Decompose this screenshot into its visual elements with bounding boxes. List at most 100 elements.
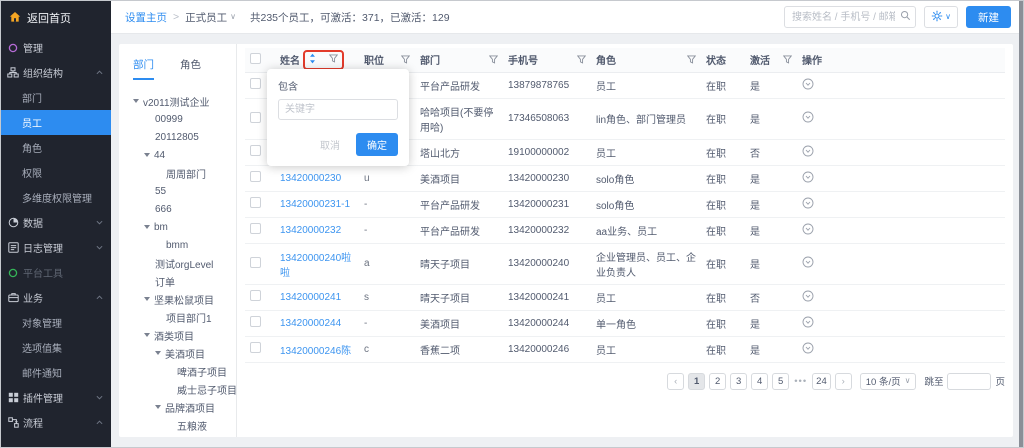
employee-name-link[interactable]: 13420000230 (280, 173, 341, 184)
tree-node[interactable]: 酒类项目 (133, 326, 236, 344)
row-actions-dropdown-icon[interactable] (802, 175, 814, 186)
row-checkbox[interactable] (250, 342, 261, 353)
tree-node[interactable]: 美酒项目 (133, 344, 236, 362)
tree-node[interactable]: v2011测试企业 (133, 92, 236, 110)
tree-node[interactable]: 五粮液 (133, 416, 236, 434)
row-checkbox[interactable] (250, 223, 261, 234)
row-actions-dropdown-icon[interactable] (802, 227, 814, 238)
settings-dropdown-button[interactable]: ∨ (924, 6, 958, 28)
tree-node[interactable]: bm (133, 218, 236, 236)
row-checkbox[interactable] (250, 171, 261, 182)
employee-name-link[interactable]: 13420000244 (280, 318, 341, 329)
row-actions-dropdown-icon[interactable] (802, 82, 814, 93)
row-checkbox[interactable] (250, 112, 261, 123)
page-button-2[interactable]: 2 (709, 373, 726, 390)
sidebar-item-ring[interactable]: 管理 (1, 35, 111, 60)
employee-name-link[interactable]: 13420000232 (280, 225, 341, 236)
tree-node[interactable]: 周周部门 (133, 164, 236, 182)
filter-funnel-icon[interactable] (783, 55, 792, 64)
tree-expand-icon[interactable] (144, 297, 150, 301)
row-actions-dropdown-icon[interactable] (802, 260, 814, 271)
tree-expand-icon[interactable] (144, 333, 150, 337)
row-actions-dropdown-icon[interactable] (802, 201, 814, 212)
tree-node[interactable]: 啤酒子项目 (133, 362, 236, 380)
sidebar-item-ring[interactable]: 平台工具 (1, 260, 111, 285)
row-actions-dropdown-icon[interactable] (802, 320, 814, 331)
filter-funnel-icon[interactable] (401, 55, 410, 64)
next-page-button[interactable]: › (835, 373, 852, 390)
breadcrumb-home-link[interactable]: 设置主页 (125, 10, 167, 25)
tree-expand-icon[interactable] (155, 351, 161, 355)
row-actions-dropdown-icon[interactable] (802, 346, 814, 357)
row-checkbox[interactable] (250, 197, 261, 208)
search-input[interactable] (784, 6, 916, 28)
tree-node[interactable]: bmm (133, 236, 236, 254)
row-checkbox[interactable] (250, 78, 261, 89)
row-checkbox[interactable] (250, 290, 261, 301)
select-all-checkbox[interactable] (250, 53, 261, 64)
row-actions-dropdown-icon[interactable] (802, 115, 814, 126)
sidebar-item-flow[interactable]: 流程 (1, 410, 111, 435)
jump-page-input[interactable] (947, 373, 991, 390)
employee-name-link[interactable]: 13420000241 (280, 292, 341, 303)
sidebar-item-sub[interactable]: 选项值集 (1, 335, 111, 360)
tree-node[interactable]: 威士忌子项目 (133, 380, 236, 398)
page-size-select[interactable]: 10 条/页∨ (860, 373, 917, 390)
sidebar-item-org[interactable]: 组织结构 (1, 60, 111, 85)
page-button-1[interactable]: 1 (688, 373, 705, 390)
row-checkbox[interactable] (250, 316, 261, 327)
tree-node[interactable]: 44 (133, 146, 236, 164)
employee-name-link[interactable]: 13420000246陈 (280, 346, 351, 357)
tree-node[interactable]: 坚果松鼠项目 (133, 290, 236, 308)
row-checkbox[interactable] (250, 257, 261, 268)
row-actions-dropdown-icon[interactable] (802, 294, 814, 305)
sidebar-item-sub[interactable]: 对象管理 (1, 310, 111, 335)
window-scrollbar[interactable] (1019, 1, 1023, 447)
filter-funnel-icon[interactable] (489, 55, 498, 64)
page-button-5[interactable]: 5 (772, 373, 789, 390)
tree-expand-icon[interactable] (144, 153, 150, 157)
tree-node[interactable]: 00999 (133, 110, 236, 128)
breadcrumb-current-dropdown[interactable]: 正式员工 ∨ (185, 10, 236, 25)
filter-cancel-button[interactable]: 取消 (314, 136, 346, 153)
tree-expand-icon[interactable] (133, 99, 139, 103)
prev-page-button[interactable]: ‹ (667, 373, 684, 390)
filter-funnel-icon[interactable] (687, 55, 696, 64)
filter-keyword-input[interactable] (278, 99, 398, 120)
sidebar-item-sub[interactable]: 角色 (1, 135, 111, 160)
sidebar-item-log[interactable]: 日志管理 (1, 235, 111, 260)
sidebar-item-sub[interactable]: 多维度权限管理 (1, 185, 111, 210)
sidebar-item-sub[interactable]: 邮件通知 (1, 360, 111, 385)
tree-expand-icon[interactable] (155, 405, 161, 409)
tree-node[interactable]: 20112805 (133, 128, 236, 146)
tree-node[interactable]: 品牌酒项目 (133, 398, 236, 416)
employee-name-link[interactable]: 13420000240啦啦 (280, 253, 351, 279)
tree-node[interactable]: 项目部门1 (133, 308, 236, 326)
tree-node[interactable]: 666 (133, 200, 236, 218)
filter-confirm-button[interactable]: 确定 (356, 133, 398, 156)
create-new-button[interactable]: 新建 (966, 6, 1011, 28)
row-actions-dropdown-icon[interactable] (802, 149, 814, 160)
sidebar-item-back-home[interactable]: 返回首页 (1, 1, 111, 35)
page-button-24[interactable]: 24 (812, 373, 831, 390)
sidebar-item-grid[interactable]: 插件管理 (1, 385, 111, 410)
tree-node[interactable]: 55 (133, 182, 236, 200)
tree-node[interactable]: Lee (133, 434, 236, 437)
filter-funnel-icon[interactable] (577, 55, 586, 64)
sidebar-item-pie[interactable]: 数据 (1, 210, 111, 235)
tree-node[interactable]: 订单 (133, 272, 236, 290)
page-button-3[interactable]: 3 (730, 373, 747, 390)
tab-department[interactable]: 部门 (133, 57, 154, 80)
page-button-4[interactable]: 4 (751, 373, 768, 390)
sidebar-item-briefcase[interactable]: 业务 (1, 285, 111, 310)
tab-role[interactable]: 角色 (180, 57, 201, 80)
sidebar-item-sub[interactable]: 部门 (1, 85, 111, 110)
sidebar-item-sub[interactable]: 权限 (1, 160, 111, 185)
sidebar-item-sub[interactable]: 员工 (1, 110, 111, 135)
tree-expand-icon[interactable] (144, 225, 150, 229)
filter-funnel-icon[interactable] (329, 54, 338, 66)
tree-node[interactable]: 测试orgLevel (133, 254, 236, 272)
employee-name-link[interactable]: 13420000231-1 (280, 199, 350, 210)
row-checkbox[interactable] (250, 145, 261, 156)
sort-icon[interactable] (309, 53, 316, 67)
